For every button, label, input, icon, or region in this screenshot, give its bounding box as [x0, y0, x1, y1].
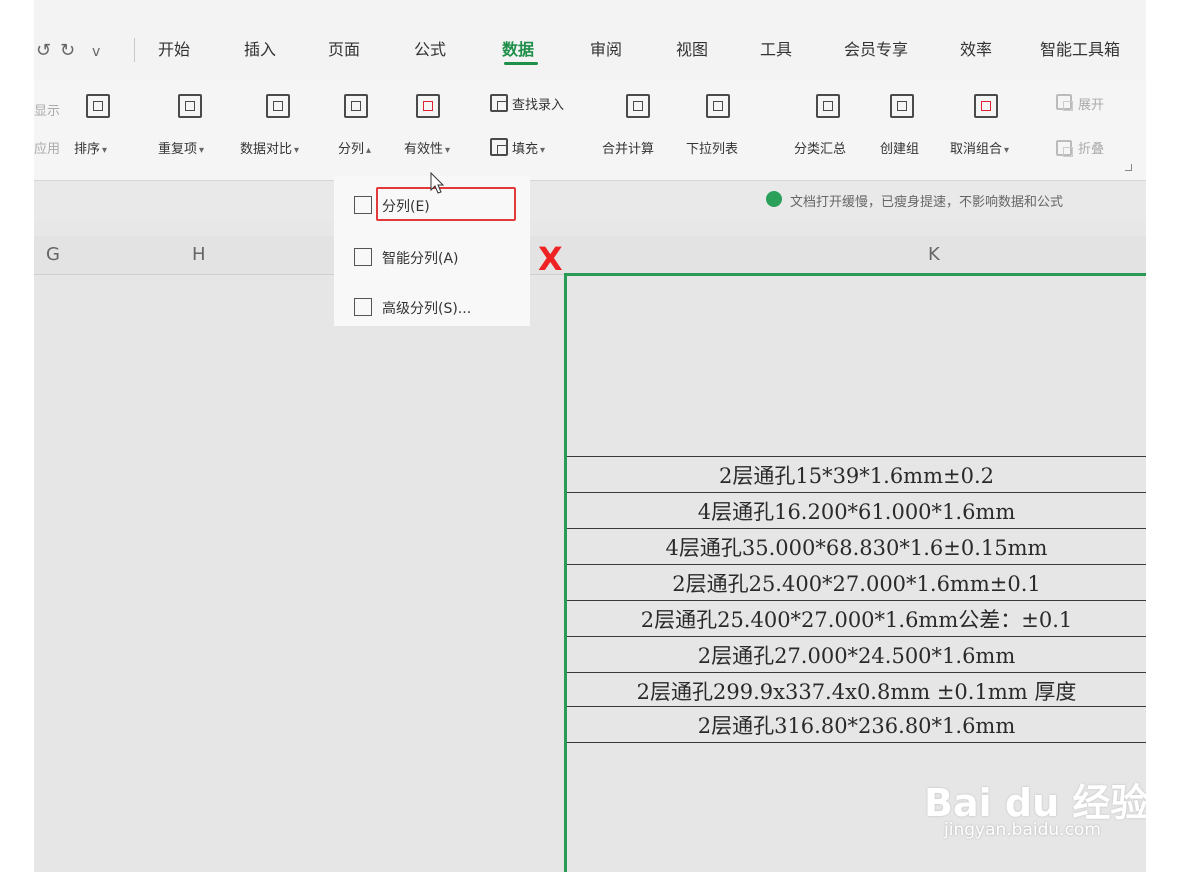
table-cell[interactable]: 2层通孔316.80*236.80*1.6mm: [567, 709, 1146, 744]
fill-button[interactable]: 填充 ▾: [512, 138, 545, 157]
table-cell[interactable]: 2层通孔25.400*27.000*1.6mm±0.1: [567, 567, 1146, 602]
dropdown-list-button[interactable]: 下拉列表: [686, 138, 738, 157]
watermark-url: jingyan.baidu.com: [944, 820, 1101, 840]
split-columns-icon: [354, 196, 372, 214]
row-divider: [567, 492, 1146, 493]
ribbon: 显示 应用 排序 ▾ 重复项 ▾ 数据对比 ▾ 分列 ▴ 有效性 ▾ 查找录入 填充 ▾ 合…: [34, 80, 1146, 181]
annotation-highlight-box: [376, 187, 516, 221]
watermark-logo: Bai du 经验: [924, 781, 1146, 825]
sort-button[interactable]: 排序 ▾: [74, 138, 107, 157]
row-divider: [567, 456, 1146, 457]
tab-view[interactable]: 视图: [676, 36, 708, 60]
ungroup-icon[interactable]: [974, 94, 998, 118]
annotation-cross-mark: X: [538, 240, 563, 278]
column-header-row: G H K: [34, 236, 1146, 275]
compare-button[interactable]: 数据对比 ▾: [240, 138, 299, 157]
fill-icon[interactable]: [490, 138, 508, 156]
ungroup-button[interactable]: 取消组合 ▾: [950, 138, 1009, 157]
row-divider: [567, 564, 1146, 565]
advanced-split-icon: [354, 298, 372, 316]
ribbon-dialog-launcher[interactable]: [1125, 164, 1132, 171]
dropdown-list-icon[interactable]: [706, 94, 730, 118]
tab-insert[interactable]: 插入: [244, 36, 276, 60]
ribbon-partial-label: 显示: [34, 104, 61, 119]
screen-photo: ↺ ↻ v 开始 插入 页面 公式 数据 审阅 视图 工具 会员专享 效率 智能…: [34, 0, 1146, 872]
consolidate-button[interactable]: 合并计算: [602, 138, 654, 157]
tab-smart-toolbox[interactable]: 智能工具箱: [1040, 36, 1120, 60]
notice-text: 文档打开缓慢，已瘦身提速，不影响数据和公式: [790, 195, 1064, 210]
find-entry-button[interactable]: 查找录入: [512, 94, 564, 113]
menu-item-advanced-split[interactable]: 高级分列(S)...: [342, 290, 522, 324]
consolidate-icon[interactable]: [626, 94, 650, 118]
active-tab-indicator: [504, 62, 538, 65]
column-header-k[interactable]: K: [928, 244, 940, 265]
row-divider: [567, 706, 1146, 707]
duplicates-button[interactable]: 重复项 ▾: [158, 138, 204, 157]
mouse-cursor-icon: [430, 172, 445, 194]
validity-button[interactable]: 有效性 ▾: [404, 138, 450, 157]
column-header-h[interactable]: H: [192, 244, 206, 265]
tab-tools[interactable]: 工具: [760, 36, 792, 60]
split-icon[interactable]: [344, 94, 368, 118]
duplicates-icon[interactable]: [178, 94, 202, 118]
collapse-button[interactable]: 折叠: [1078, 138, 1104, 157]
column-header-g[interactable]: G: [46, 244, 60, 265]
tab-efficiency[interactable]: 效率: [960, 36, 992, 60]
row-divider: [567, 636, 1146, 637]
redo-icon[interactable]: ↻: [60, 40, 75, 61]
table-cell[interactable]: 2层通孔27.000*24.500*1.6mm: [567, 639, 1146, 674]
tab-bar: ↺ ↻ v 开始 插入 页面 公式 数据 审阅 视图 工具 会员专享 效率 智能…: [34, 0, 1146, 80]
row-divider: [567, 672, 1146, 673]
collapse-icon[interactable]: [1056, 140, 1073, 157]
table-cell[interactable]: 2层通孔25.400*27.000*1.6mm公差：±0.1: [567, 603, 1146, 638]
compare-icon[interactable]: [266, 94, 290, 118]
ribbon-partial-label: 应用: [34, 142, 61, 157]
tab-page[interactable]: 页面: [328, 36, 360, 60]
smart-split-icon: [354, 248, 372, 266]
tab-start[interactable]: 开始: [158, 36, 190, 60]
subtotal-button[interactable]: 分类汇总: [794, 138, 846, 157]
tab-member[interactable]: 会员专享: [844, 36, 908, 60]
split-button[interactable]: 分列 ▴: [338, 138, 371, 157]
chevron-down-icon[interactable]: v: [92, 44, 100, 60]
tab-data[interactable]: 数据: [502, 36, 534, 60]
undo-icon[interactable]: ↺: [36, 40, 51, 61]
table-cell[interactable]: 2层通孔15*39*1.6mm±0.2: [567, 459, 1146, 494]
tab-review[interactable]: 审阅: [590, 36, 622, 60]
find-entry-icon[interactable]: [490, 94, 508, 112]
table-cell[interactable]: 2层通孔299.9x337.4x0.8mm ±0.1mm 厚度: [567, 675, 1146, 710]
divider: [134, 38, 135, 62]
create-group-button[interactable]: 创建组: [880, 138, 919, 157]
subtotal-icon[interactable]: [816, 94, 840, 118]
sort-icon[interactable]: [86, 94, 110, 118]
table-cell[interactable]: 4层通孔16.200*61.000*1.6mm: [567, 495, 1146, 530]
menu-item-smart-split[interactable]: 智能分列(A): [342, 240, 522, 274]
expand-icon[interactable]: [1056, 94, 1073, 111]
create-group-icon[interactable]: [890, 94, 914, 118]
notice-bar: 文档打开缓慢，已瘦身提速，不影响数据和公式: [34, 181, 1146, 221]
validity-icon[interactable]: [416, 94, 440, 118]
tab-formula[interactable]: 公式: [414, 36, 446, 60]
check-icon: [766, 191, 782, 207]
row-divider: [567, 742, 1146, 743]
table-cell[interactable]: 4层通孔35.000*68.830*1.6±0.15mm: [567, 531, 1146, 566]
expand-button[interactable]: 展开: [1078, 94, 1104, 113]
row-divider: [567, 600, 1146, 601]
row-divider: [567, 528, 1146, 529]
